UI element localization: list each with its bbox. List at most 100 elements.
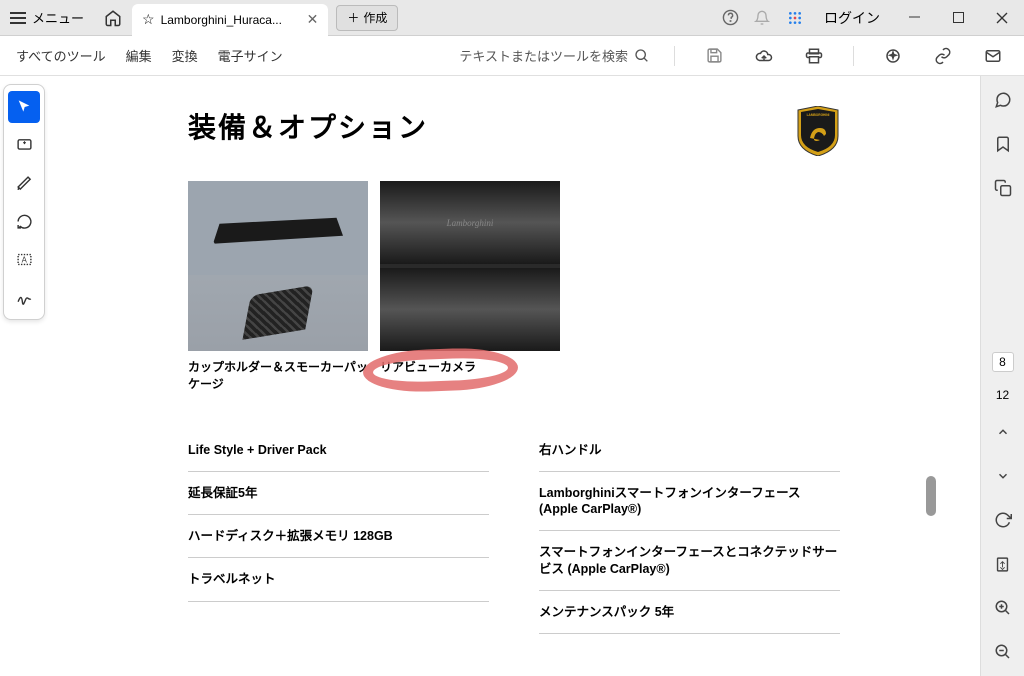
rearview-caption: リアビューカメラ — [380, 359, 560, 393]
options-table: Life Style + Driver Pack 延長保証5年 ハードディスク＋… — [188, 429, 840, 635]
option-item: トラベルネット — [188, 558, 489, 601]
page-icon — [994, 556, 1011, 573]
cursor-icon — [16, 99, 32, 115]
current-page-input[interactable]: 8 — [992, 352, 1014, 372]
page-up-button[interactable] — [989, 418, 1017, 446]
comments-panel-button[interactable] — [989, 86, 1017, 114]
zoom-in-button[interactable] — [989, 594, 1017, 622]
main-area: A 装備＆オプション LAMBORGHINI Lam — [0, 76, 1024, 676]
search-placeholder: テキストまたはツールを検索 — [459, 46, 628, 65]
apps-button[interactable] — [778, 0, 812, 36]
document-tab[interactable]: ☆ Lamborghini_Huraca... ✕ — [132, 4, 328, 36]
home-icon — [104, 9, 122, 27]
minimize-button[interactable] — [892, 0, 936, 36]
mail-icon — [984, 47, 1002, 65]
tab-close-button[interactable]: ✕ — [307, 11, 319, 28]
sign-tool[interactable] — [8, 281, 40, 313]
options-col-left: Life Style + Driver Pack 延長保証5年 ハードディスク＋… — [188, 429, 489, 635]
chat-icon — [994, 91, 1012, 109]
zoom-out-button[interactable] — [989, 638, 1017, 666]
undo-icon — [16, 213, 33, 230]
page-fit-button[interactable] — [989, 550, 1017, 578]
bell-icon — [754, 10, 770, 26]
rotate-icon — [994, 511, 1012, 529]
maximize-button[interactable] — [936, 0, 980, 36]
titlebar: メニュー ☆ Lamborghini_Huraca... ✕ ＋ 作成 ログイン — [0, 0, 1024, 36]
text-box-icon: A — [16, 251, 33, 268]
option-item: Life Style + Driver Pack — [188, 429, 489, 472]
cloud-button[interactable] — [749, 47, 779, 65]
rotate-button[interactable] — [989, 506, 1017, 534]
minimize-icon — [909, 12, 920, 23]
options-col-right: 右ハンドル Lamborghiniスマートフォンインターフェース (Apple … — [539, 429, 840, 635]
zoom-in-icon — [994, 599, 1012, 617]
undo-tool[interactable] — [8, 205, 40, 237]
bookmark-icon — [994, 135, 1012, 153]
sparkle-icon — [884, 47, 902, 65]
maximize-icon — [953, 12, 964, 23]
cupholder-caption: カップホルダー＆スモーカーパッケージ — [188, 359, 368, 393]
esign-link[interactable]: 電子サイン — [218, 46, 283, 65]
help-button[interactable] — [714, 0, 746, 36]
document-viewport[interactable]: 装備＆オプション LAMBORGHINI Lamborghini — [48, 76, 980, 676]
help-icon — [722, 9, 739, 26]
pencil-icon — [16, 175, 33, 192]
tab-title: Lamborghini_Huraca... — [161, 13, 301, 27]
create-button[interactable]: ＋ 作成 — [336, 5, 398, 31]
close-icon — [996, 12, 1008, 24]
create-label: 作成 — [363, 9, 387, 26]
comment-tool[interactable] — [8, 129, 40, 161]
option-item: ハードディスク＋拡張メモリ 128GB — [188, 515, 489, 558]
left-toolbar: A — [0, 76, 48, 676]
ai-button[interactable] — [878, 47, 908, 65]
svg-text:LAMBORGHINI: LAMBORGHINI — [807, 113, 830, 117]
scrollbar-thumb[interactable] — [926, 476, 936, 516]
cloud-upload-icon — [755, 47, 773, 65]
option-item: スマートフォンインターフェースとコネクテッドサービス (Apple CarPla… — [539, 531, 840, 591]
copy-button[interactable] — [989, 174, 1017, 202]
menu-button[interactable]: メニュー — [0, 0, 94, 36]
svg-text:A: A — [21, 255, 27, 264]
option-item: 延長保証5年 — [188, 472, 489, 515]
captions-row: カップホルダー＆スモーカーパッケージ リアビューカメラ — [188, 359, 840, 393]
page-down-button[interactable] — [989, 462, 1017, 490]
grid-icon — [787, 10, 803, 26]
bookmarks-button[interactable] — [989, 130, 1017, 158]
total-pages: 12 — [996, 388, 1009, 402]
close-window-button[interactable] — [980, 0, 1024, 36]
draw-tool[interactable] — [8, 167, 40, 199]
option-item: メンテナンスパック 5年 — [539, 591, 840, 634]
option-item: 右ハンドル — [539, 429, 840, 472]
page-title: 装備＆オプション — [188, 106, 428, 146]
cupholder-image — [188, 181, 368, 351]
mail-button[interactable] — [978, 47, 1008, 65]
save-icon — [706, 47, 723, 64]
lamborghini-logo: LAMBORGHINI — [796, 106, 840, 156]
option-images-row: Lamborghini — [188, 181, 840, 351]
select-tool[interactable] — [8, 91, 40, 123]
print-button[interactable] — [799, 47, 829, 65]
print-icon — [805, 47, 823, 65]
convert-link[interactable]: 変換 — [172, 46, 198, 65]
all-tools-link[interactable]: すべてのツール — [16, 46, 106, 65]
star-icon: ☆ — [142, 11, 155, 28]
zoom-out-icon — [994, 643, 1012, 661]
search-box[interactable]: テキストまたはツールを検索 — [459, 46, 650, 65]
link-icon — [934, 47, 952, 65]
notification-button[interactable] — [746, 0, 778, 36]
hamburger-icon — [10, 12, 26, 24]
main-toolbar: すべてのツール 編集 変換 電子サイン テキストまたはツールを検索 — [0, 36, 1024, 76]
option-item: Lamborghiniスマートフォンインターフェース (Apple CarPla… — [539, 472, 840, 532]
signature-icon — [16, 289, 33, 306]
right-toolbar: 8 12 — [980, 76, 1024, 676]
edit-link[interactable]: 編集 — [126, 46, 152, 65]
link-button[interactable] — [928, 47, 958, 65]
login-button[interactable]: ログイン — [812, 8, 892, 28]
home-button[interactable] — [94, 0, 132, 36]
chevron-down-icon — [996, 469, 1010, 483]
save-button[interactable] — [699, 47, 729, 64]
text-tool[interactable]: A — [8, 243, 40, 275]
search-icon — [634, 48, 650, 64]
document-page: 装備＆オプション LAMBORGHINI Lamborghini — [48, 76, 980, 664]
chevron-up-icon — [996, 425, 1010, 439]
